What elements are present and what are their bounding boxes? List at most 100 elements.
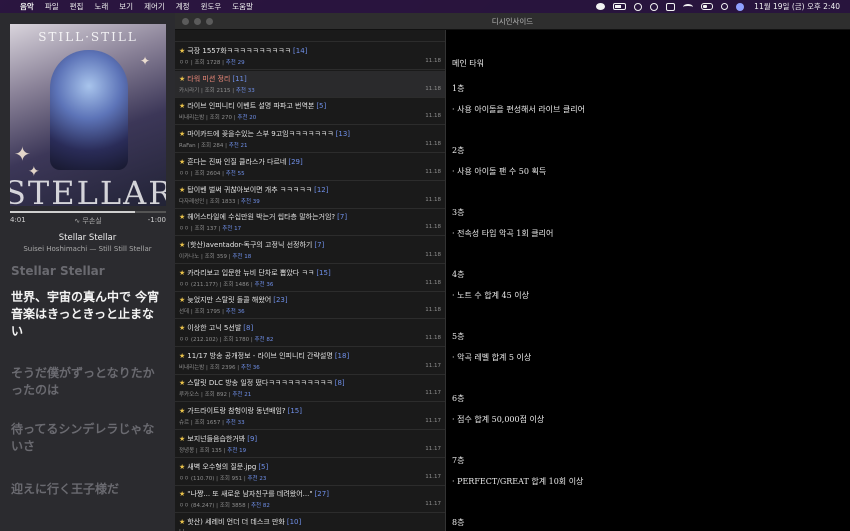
menu-account[interactable]: 계정 [176, 1, 190, 12]
playback-progress[interactable]: 4:01 ∿ 무손실 -1:00 [10, 211, 166, 225]
lyric-line[interactable]: 迎えに行く王子様だ [11, 481, 166, 498]
post-date: 11.17 [425, 418, 441, 425]
post-row[interactable]: ★ 헤어스타일에 수십만원 박는거 씹타층 말하는거임? [7] ㅇㅇ | 조회 13… [175, 209, 445, 237]
recommended-star-icon: ★ [179, 268, 186, 277]
post-row[interactable]: ★ 탑이벤 벌써 귀찮아보이면 개추 ㅋㅋㅋㅋㅋ [12] 다자레성인 | 조회 18… [175, 182, 445, 209]
post-title[interactable]: ★ 핫산) 세레비 언더 더 데스크 만화 [10] [179, 517, 419, 527]
post-row[interactable]: ★핫산) 세레비 언더 더 데스크 만화[10] | | [175, 514, 445, 531]
lyric-line[interactable]: そうだ僕がずっとなりたかったのは [11, 365, 166, 399]
post-date: 11.18 [425, 279, 441, 286]
post-row[interactable]: ★ 이상한 고닉 5선발 [8] ㅇㅇ (212.102) | 조회 1780 | 추… [175, 320, 445, 347]
post-title[interactable]: ★ 이상한 고닉 5선발 [8] [179, 323, 419, 333]
menu-file[interactable]: 파일 [45, 1, 59, 12]
post-title-text: 새벽 오수형의 질문.jpg [187, 462, 257, 471]
stop-status-icon[interactable] [650, 2, 659, 11]
post-recommends: 추천 19 [227, 447, 247, 454]
menu-edit[interactable]: 편집 [70, 1, 84, 12]
post-title[interactable]: ★ 헤어스타일에 수십만원 박는거 씹타층 말하는거임? [7] [179, 212, 419, 222]
post-title[interactable]: ★ 탑이벤 벌써 귀찮아보이면 개추 ㅋㅋㅋㅋㅋ [12] [179, 185, 419, 195]
post-row[interactable]: ★ 가드라이트랑 참헝이랑 동년배임? [15] 슈르 | 조회 1657 | 추천 … [175, 403, 445, 431]
lossless-label: 무손실 [82, 217, 102, 225]
post-row[interactable]: ★ 보지넌들음습한거봐 [9] 정녕몽 | 조회 135 | 추천 19 11.17 [175, 431, 445, 458]
wifi-icon[interactable] [683, 3, 694, 10]
song-artist[interactable]: Suisei Hoshimachi — Still Still Stellar [0, 245, 175, 253]
floor-requirement: · 노트 수 합계 45 이상 [452, 291, 529, 300]
post-title[interactable]: ★ 극장 1557화ㅋㅋㅋㅋㅋㅋㅋㅋㅋㅋ [14] [179, 46, 419, 56]
menu-music[interactable]: 음악 [20, 1, 34, 12]
post-title[interactable]: ★ 흔다는 진짜 인질 클라스가 다르네 [29] [179, 157, 419, 167]
post-author: 비내리는밤 [179, 115, 205, 122]
menu-view[interactable]: 보기 [119, 1, 133, 12]
post-author: ㅇㅇ (212.102) [179, 337, 218, 343]
article-view[interactable]: 메인 타워 1층 · 사용 아이돌을 편성해서 라이브 클리어 2층 · 사용 아이돌… [446, 30, 850, 531]
post-title[interactable]: ★ 라이브 인피니티 이벤트 설명 파파고 번역본 [5] [179, 101, 419, 111]
comment-count: [5] [258, 462, 269, 471]
comment-count: [5] [316, 102, 327, 111]
lyric-line[interactable]: 待ってるシンデレラじゃないさ [11, 421, 166, 455]
post-row[interactable]: ★ 카라리보고 입문한 뉴비 단차로 뽑았다 ㅋㅋ [15] ㅇㅇ (211.177)… [175, 265, 445, 292]
album-cover-top-text: STILL·STILL [38, 30, 138, 44]
post-list[interactable]: ★ 극장 1557화ㅋㅋㅋㅋㅋㅋㅋㅋㅋㅋ [14] ㅇㅇ | 조회 1728 | 추천… [175, 30, 445, 531]
post-title[interactable]: ★ "나쨩... 또 새로운 남자친구를 데려왔어..." [27] [179, 489, 419, 499]
lyric-line-current[interactable]: 世界、宇宙の真ん中で 今宵音楽はきっときっと止まない [11, 289, 166, 340]
battery-icon[interactable] [613, 3, 627, 10]
post-row[interactable]: ★ 극장 1557화ㅋㅋㅋㅋㅋㅋㅋㅋㅋㅋ [14] ㅇㅇ | 조회 1728 | 추천… [175, 43, 445, 70]
post-views: 조회 1795 [194, 309, 221, 316]
post-title[interactable]: ★ 새벽 오수형의 질문.jpg [5] [179, 462, 419, 472]
recommended-star-icon: ★ [179, 379, 186, 388]
album-cover-figure [50, 50, 128, 170]
post-title[interactable]: ★ 마이카드에 꽂을수있는 스부 9고임ㅋㅋㅋㅋㅋㅋㅋ [13] [179, 129, 419, 139]
post-recommends: 추천 82 [251, 503, 270, 510]
siri-icon[interactable] [736, 2, 745, 11]
menu-clock[interactable]: 11월 19일 (금) 오후 2:40 [754, 1, 840, 12]
post-views: 조회 1833 [209, 198, 236, 205]
post-date: 11.18 [425, 58, 441, 64]
post-title[interactable]: ★ 11/17 방송 공개정보 - 라이브 인피니티 간략설명 [18] [179, 351, 419, 361]
post-recommends: 추천 18 [232, 253, 252, 260]
post-title[interactable]: ★ 보지넌들음습한거봐 [9] [179, 434, 419, 444]
post-meta: ㅇㅇ | 조회 1728 | 추천 29 [179, 60, 245, 66]
status-area: 11월 19일 (금) 오후 2:40 [596, 0, 840, 13]
post-recommends: 추천 33 [235, 87, 255, 94]
list-top-row [175, 30, 445, 42]
post-title[interactable]: ★ 가드라이트랑 참헝이랑 동년배임? [15] [179, 406, 419, 416]
post-row[interactable]: ★ 새벽 오수형의 질문.jpg [5] ㅇㅇ (110.70) | 조회 951 |… [175, 459, 445, 486]
post-meta: ㅇㅇ (110.70) | 조회 951 | 추천 23 [179, 475, 267, 482]
post-row[interactable]: ★ 스탈릿 DLC 방송 일정 떴다ㅋㅋㅋㅋㅋㅋㅋㅋㅋㅋ [8] 루카오스 | 조회 … [175, 375, 445, 403]
post-row[interactable]: ★ 마이카드에 꽂을수있는 스부 9고임ㅋㅋㅋㅋㅋㅋㅋ [13] RaFan | 조회… [175, 126, 445, 154]
post-meta: 선데 | 조회 1795 | 추천 36 [179, 309, 245, 316]
post-recommends: 추천 23 [247, 475, 267, 482]
post-row[interactable]: ★ 늦었지만 스탈릿 돌콜 해왔어 [23] 선데 | 조회 1795 | 추천 36… [175, 292, 445, 320]
keyboard-input-icon[interactable] [666, 2, 676, 11]
post-row[interactable]: ★ 11/17 방송 공개정보 - 라이브 인피니티 간략설명 [18] 비내리는밤 … [175, 348, 445, 375]
post-author: 비내리는밤 [179, 364, 205, 371]
recommended-star-icon: ★ [179, 490, 186, 499]
floor-label: 2층 [452, 146, 465, 155]
post-title[interactable]: ★ 스탈릿 DLC 방송 일정 떴다ㅋㅋㅋㅋㅋㅋㅋㅋㅋㅋ [8] [179, 378, 419, 388]
menu-controls[interactable]: 제어기 [144, 1, 165, 12]
post-title[interactable]: ★ 카라리보고 입문한 뉴비 단차로 뽑았다 ㅋㅋ [15] [179, 268, 419, 278]
recommended-star-icon: ★ [179, 185, 186, 194]
window-titlebar[interactable]: 디시인사이드 [175, 13, 850, 30]
post-row[interactable]: ★ (핫산)aventador-독구의 고정닉 선정하기 [7] 이카나노 | 조회 … [175, 237, 445, 264]
menu-song[interactable]: 노래 [94, 1, 108, 12]
post-title[interactable]: ★ 타워 미션 정리 [11] [179, 74, 419, 84]
post-row[interactable]: ★ "나쨩... 또 새로운 남자친구를 데려왔어..." [27] ㅇㅇ (84.2… [175, 486, 445, 514]
comment-count: [8] [334, 379, 345, 388]
play-status-icon[interactable] [634, 2, 643, 11]
recommended-star-icon: ★ [179, 434, 186, 443]
menu-window[interactable]: 윈도우 [201, 1, 222, 12]
comment-count: [9] [247, 434, 258, 443]
menu-help[interactable]: 도움말 [232, 1, 253, 12]
recommended-star-icon: ★ [179, 240, 186, 249]
spotlight-search-icon[interactable] [721, 3, 729, 10]
messages-icon[interactable] [596, 3, 606, 10]
lyric-line[interactable]: Stellar Stellar [11, 263, 166, 280]
post-date: 11.18 [425, 335, 441, 341]
post-row[interactable]: ★ 흔다는 진짜 인질 클라스가 다르네 [29] ㅇㅇ | 조회 2604 | 추천… [175, 154, 445, 181]
control-center-icon[interactable] [701, 3, 714, 10]
post-title[interactable]: ★ (핫산)aventador-독구의 고정닉 선정하기 [7] [179, 240, 419, 250]
post-title[interactable]: ★ 늦었지만 스탈릿 돌콜 해왔어 [23] [179, 295, 419, 305]
post-row[interactable]: ★ 타워 미션 정리 [11] 카시라기 | 조회 2115 | 추천 33 11.18 [175, 70, 445, 98]
post-row[interactable]: ★ 라이브 인피니티 이벤트 설명 파파고 번역본 [5] 비내리는밤 | 조회 27… [175, 98, 445, 126]
